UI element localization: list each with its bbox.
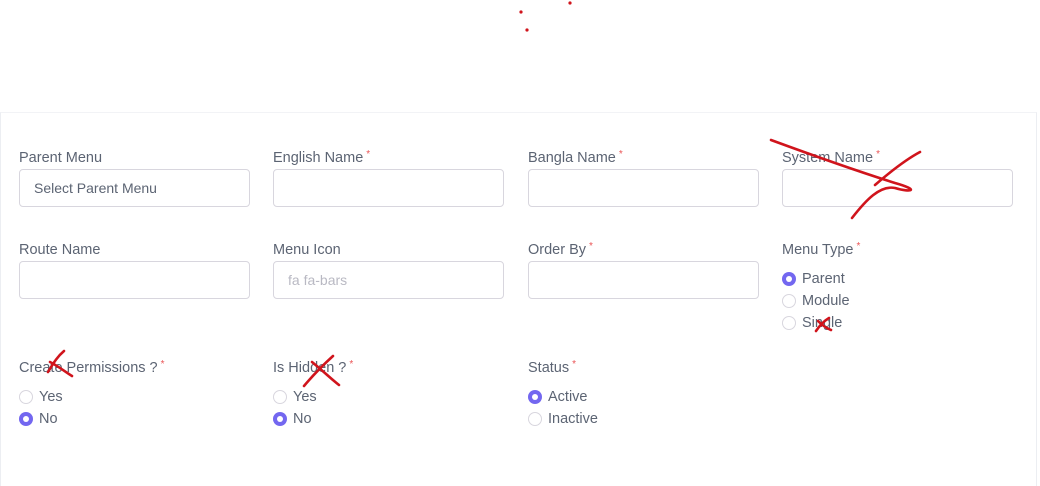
order-by-label: Order By * bbox=[528, 241, 593, 258]
radio-checked-icon bbox=[19, 412, 33, 426]
menu-icon-field: Menu Icon fa fa-bars bbox=[273, 241, 504, 299]
english-name-label: English Name * bbox=[273, 149, 371, 166]
parent-menu-field: Parent Menu Select Parent Menu bbox=[19, 149, 250, 207]
is-hidden-radio-group: Yes No bbox=[273, 386, 317, 430]
menu-icon-input[interactable]: fa fa-bars bbox=[273, 261, 504, 299]
parent-menu-select[interactable]: Select Parent Menu bbox=[19, 169, 250, 207]
status-active-radio[interactable]: Active bbox=[528, 386, 598, 408]
create-permissions-radio-group: Yes No bbox=[19, 386, 63, 430]
menu-form-card: Parent Menu Select Parent Menu English N… bbox=[0, 112, 1037, 486]
menu-icon-label: Menu Icon bbox=[273, 242, 341, 258]
parent-menu-label: Parent Menu bbox=[19, 150, 103, 166]
menu-type-radio-group: Parent Module Single bbox=[782, 268, 850, 334]
menu-type-parent-radio[interactable]: Parent bbox=[782, 268, 850, 290]
is-hidden-yes-radio[interactable]: Yes bbox=[273, 386, 317, 408]
status-inactive-radio[interactable]: Inactive bbox=[528, 408, 598, 430]
radio-checked-icon bbox=[528, 390, 542, 404]
radio-unchecked-icon bbox=[782, 294, 796, 308]
radio-unchecked-icon bbox=[528, 412, 542, 426]
radio-checked-icon bbox=[782, 272, 796, 286]
menu-type-label: Menu Type * bbox=[782, 241, 861, 258]
order-by-field: Order By * bbox=[528, 241, 759, 299]
create-permissions-yes-radio[interactable]: Yes bbox=[19, 386, 63, 408]
route-name-input[interactable] bbox=[19, 261, 250, 299]
english-name-field: English Name * bbox=[273, 149, 504, 207]
status-field: Status * Active Inactive bbox=[528, 359, 759, 427]
is-hidden-field: Is Hidden ? * Yes No bbox=[273, 359, 504, 427]
system-name-label: System Name * bbox=[782, 149, 880, 166]
menu-type-module-radio[interactable]: Module bbox=[782, 290, 850, 312]
radio-unchecked-icon bbox=[273, 390, 287, 404]
system-name-field: System Name * bbox=[782, 149, 1013, 207]
radio-unchecked-icon bbox=[19, 390, 33, 404]
radio-unchecked-icon bbox=[782, 316, 796, 330]
is-hidden-no-radio[interactable]: No bbox=[273, 408, 317, 430]
route-name-label: Route Name bbox=[19, 242, 101, 258]
create-permissions-no-radio[interactable]: No bbox=[19, 408, 63, 430]
route-name-field: Route Name bbox=[19, 241, 250, 299]
annotation-dots bbox=[519, 1, 572, 32]
bangla-name-input[interactable] bbox=[528, 169, 759, 207]
bangla-name-label: Bangla Name * bbox=[528, 149, 623, 166]
english-name-input[interactable] bbox=[273, 169, 504, 207]
system-name-input[interactable] bbox=[782, 169, 1013, 207]
is-hidden-label: Is Hidden ? * bbox=[273, 359, 354, 376]
menu-type-field: Menu Type * Parent Module Single bbox=[782, 241, 1013, 331]
menu-type-single-radio[interactable]: Single bbox=[782, 312, 850, 334]
status-label: Status * bbox=[528, 359, 577, 376]
order-by-input[interactable] bbox=[528, 261, 759, 299]
create-permissions-field: Create Permissions ? * Yes No bbox=[19, 359, 250, 427]
radio-checked-icon bbox=[273, 412, 287, 426]
bangla-name-field: Bangla Name * bbox=[528, 149, 759, 207]
status-radio-group: Active Inactive bbox=[528, 386, 598, 430]
create-permissions-label: Create Permissions ? * bbox=[19, 359, 165, 376]
